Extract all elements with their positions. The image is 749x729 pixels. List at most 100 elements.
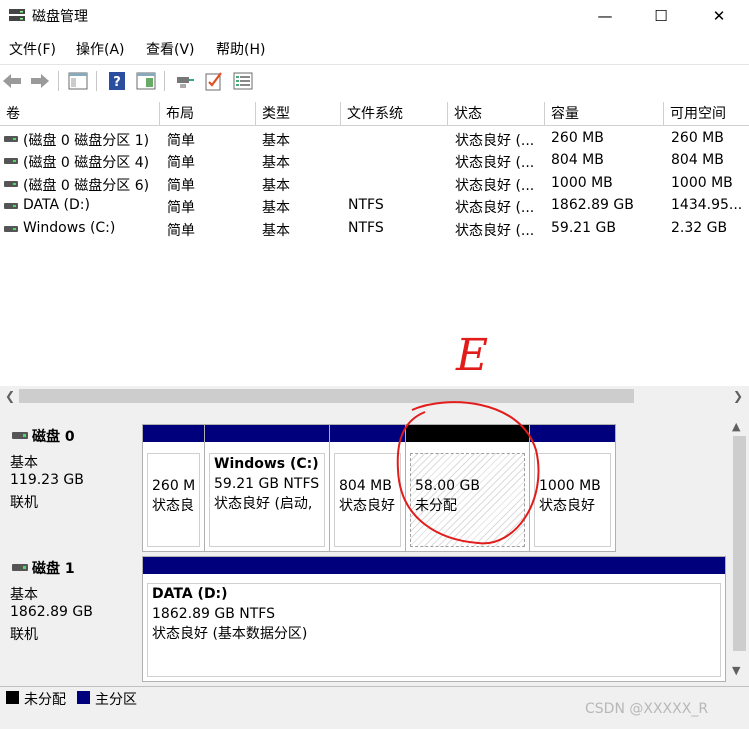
partition-unallocated[interactable]: 58.00 GB 未分配: [406, 425, 530, 551]
partition-bar: [530, 425, 615, 442]
menu-file[interactable]: 文件(F): [9, 39, 56, 59]
disk-name: 磁盘 0: [32, 429, 75, 445]
menu-action[interactable]: 操作(A): [76, 39, 125, 59]
toolbar: ?: [0, 64, 749, 97]
partition-info: 804 MB 状态良好: [334, 453, 401, 547]
cell-free-space: 260 MB: [671, 130, 724, 146]
forward-arrow-icon: [31, 74, 49, 88]
column-header-type[interactable]: 类型: [256, 102, 341, 126]
partition-windows[interactable]: Windows (C:) 59.21 GB NTFS 状态良好 (启动,: [205, 425, 330, 551]
partition-size: 59.21 GB NTFS: [214, 476, 320, 492]
volume-icon: [4, 203, 18, 209]
partition-info: 58.00 GB 未分配: [410, 453, 525, 547]
cell-filesystem: NTFS: [348, 197, 384, 213]
partition-1[interactable]: 260 M 状态良: [143, 425, 205, 551]
disk-size: 1862.89 GB: [10, 604, 93, 620]
cell-volume: (磁盘 0 磁盘分区 1): [23, 133, 150, 149]
column-header-capacity[interactable]: 容量: [545, 102, 664, 126]
volume-icon: [4, 136, 18, 142]
column-header-free-space[interactable]: 可用空间: [664, 102, 749, 126]
volume-icon: [4, 226, 18, 232]
cell-layout: 简单: [167, 133, 195, 149]
legend-label-primary: 主分区: [95, 692, 137, 708]
cell-capacity: 260 MB: [551, 130, 604, 146]
disk-1-label[interactable]: 磁盘 1 基本 1862.89 GB 联机: [0, 556, 140, 682]
toolbar-separator: [96, 71, 97, 91]
volume-icon: [4, 158, 18, 164]
disk-type: 基本: [10, 455, 38, 471]
cell-capacity: 804 MB: [551, 152, 604, 168]
table-row[interactable]: (磁盘 0 磁盘分区 4) 简单 基本 状态良好 (... 804 MB 804…: [0, 150, 749, 172]
partition-3[interactable]: 804 MB 状态良好: [330, 425, 406, 551]
cell-type: 基本: [262, 133, 290, 149]
disk-size: 119.23 GB: [10, 472, 84, 488]
minimize-button[interactable]: —: [582, 0, 628, 32]
column-header-filesystem[interactable]: 文件系统: [341, 102, 448, 126]
check-button[interactable]: [204, 71, 224, 91]
svg-text:?: ?: [113, 75, 121, 90]
column-header-layout[interactable]: 布局: [160, 102, 256, 126]
cell-volume: DATA (D:): [23, 197, 90, 213]
disk-icon: [12, 432, 28, 439]
details-button[interactable]: [233, 71, 253, 91]
scroll-right-icon[interactable]: ❯: [730, 388, 746, 404]
disk-0-partition-strip: 260 M 状态良 Windows (C:) 59.21 GB NTFS 状态良…: [142, 424, 616, 552]
maximize-button[interactable]: ☐: [638, 0, 684, 32]
scroll-left-icon[interactable]: ❮: [2, 388, 18, 404]
cell-status: 状态良好 (...: [455, 200, 535, 216]
scroll-down-icon[interactable]: ▼: [732, 664, 740, 677]
partition-info: 260 M 状态良: [147, 453, 200, 547]
menu-help[interactable]: 帮助(H): [216, 39, 265, 59]
partition-info: Windows (C:) 59.21 GB NTFS 状态良好 (启动,: [209, 453, 325, 547]
column-header-status[interactable]: 状态: [448, 102, 545, 126]
table-row[interactable]: (磁盘 0 磁盘分区 6) 简单 基本 状态良好 (... 1000 MB 10…: [0, 173, 749, 195]
partition-size: 1862.89 GB NTFS: [152, 606, 275, 622]
scroll-up-icon[interactable]: ▲: [732, 420, 740, 433]
toolbar-separator: [58, 71, 59, 91]
help-icon: ?: [109, 72, 125, 90]
partition-info: DATA (D:) 1862.89 GB NTFS 状态良好 (基本数据分区): [147, 583, 721, 677]
forward-button[interactable]: [30, 71, 50, 91]
connect-button[interactable]: [175, 71, 195, 91]
watermark: CSDN @XXXXX_R: [585, 701, 709, 717]
cell-capacity: 1862.89 GB: [551, 197, 634, 213]
table-row[interactable]: (磁盘 0 磁盘分区 1) 简单 基本 状态良好 (... 260 MB 260…: [0, 128, 749, 150]
help-button[interactable]: ?: [107, 71, 127, 91]
scrollbar-thumb[interactable]: [19, 389, 634, 403]
cell-volume: Windows (C:): [23, 220, 116, 236]
disk-0-label[interactable]: 磁盘 0 基本 119.23 GB 联机: [0, 424, 140, 552]
cell-status: 状态良好 (...: [455, 133, 535, 149]
partition-bar: [406, 425, 529, 442]
cell-type: 基本: [262, 200, 290, 216]
partition-title: Windows (C:): [214, 456, 319, 472]
cell-layout: 简单: [167, 200, 195, 216]
cell-layout: 简单: [167, 223, 195, 239]
cell-status: 状态良好 (...: [455, 178, 535, 194]
disk-icon: [12, 564, 28, 571]
details-icon: [233, 72, 253, 90]
close-button[interactable]: ✕: [696, 0, 742, 32]
cell-volume: (磁盘 0 磁盘分区 6): [23, 178, 150, 194]
minimize-icon: —: [597, 7, 613, 25]
legend-label-unallocated: 未分配: [24, 692, 66, 708]
table-row[interactable]: Windows (C:) 简单 基本 NTFS 状态良好 (... 59.21 …: [0, 218, 749, 240]
show-pane-button[interactable]: [136, 71, 156, 91]
partition-bar: [205, 425, 329, 442]
cell-layout: 简单: [167, 178, 195, 194]
menu-bar: 文件(F) 操作(A) 查看(V) 帮助(H): [0, 38, 749, 60]
horizontal-scrollbar[interactable]: ❮ ❯: [0, 386, 749, 406]
partition-status: 状态良好: [339, 498, 395, 514]
partition-data[interactable]: DATA (D:) 1862.89 GB NTFS 状态良好 (基本数据分区): [143, 557, 725, 681]
show-hide-tree-button[interactable]: [68, 71, 88, 91]
partition-bar: [143, 425, 204, 442]
table-row[interactable]: DATA (D:) 简单 基本 NTFS 状态良好 (... 1862.89 G…: [0, 195, 749, 217]
partition-5[interactable]: 1000 MB 状态良好: [530, 425, 615, 551]
scrollbar-thumb[interactable]: [733, 436, 746, 651]
back-button[interactable]: [2, 71, 22, 91]
properties-icon: [68, 72, 88, 90]
partition-bar: [143, 557, 725, 574]
vertical-scrollbar[interactable]: ▲ ▼: [730, 414, 749, 686]
column-header-volume[interactable]: 卷: [0, 102, 160, 126]
disk-name: 磁盘 1: [32, 561, 75, 577]
menu-view[interactable]: 查看(V): [146, 39, 195, 59]
